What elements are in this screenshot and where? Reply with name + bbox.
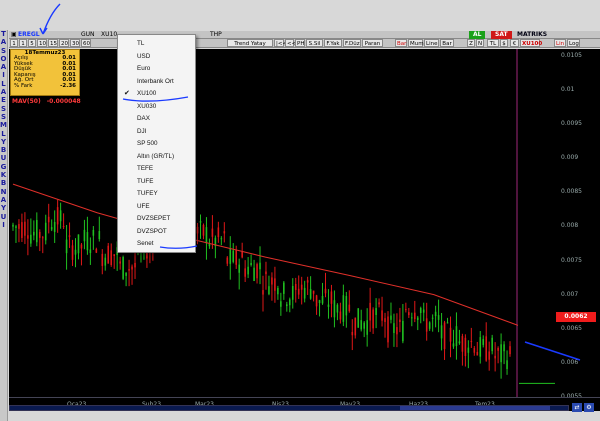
underline-annotation (159, 245, 198, 249)
trend-annotation (524, 341, 581, 361)
underline-annotation (122, 96, 189, 102)
matriks-chart-window: TASOAILAESSMLYBUGKBNAYUI ▣ EREGL GUN XU1… (0, 0, 600, 421)
annotation-layer (39, 3, 581, 361)
arrow-annotation (39, 3, 61, 35)
